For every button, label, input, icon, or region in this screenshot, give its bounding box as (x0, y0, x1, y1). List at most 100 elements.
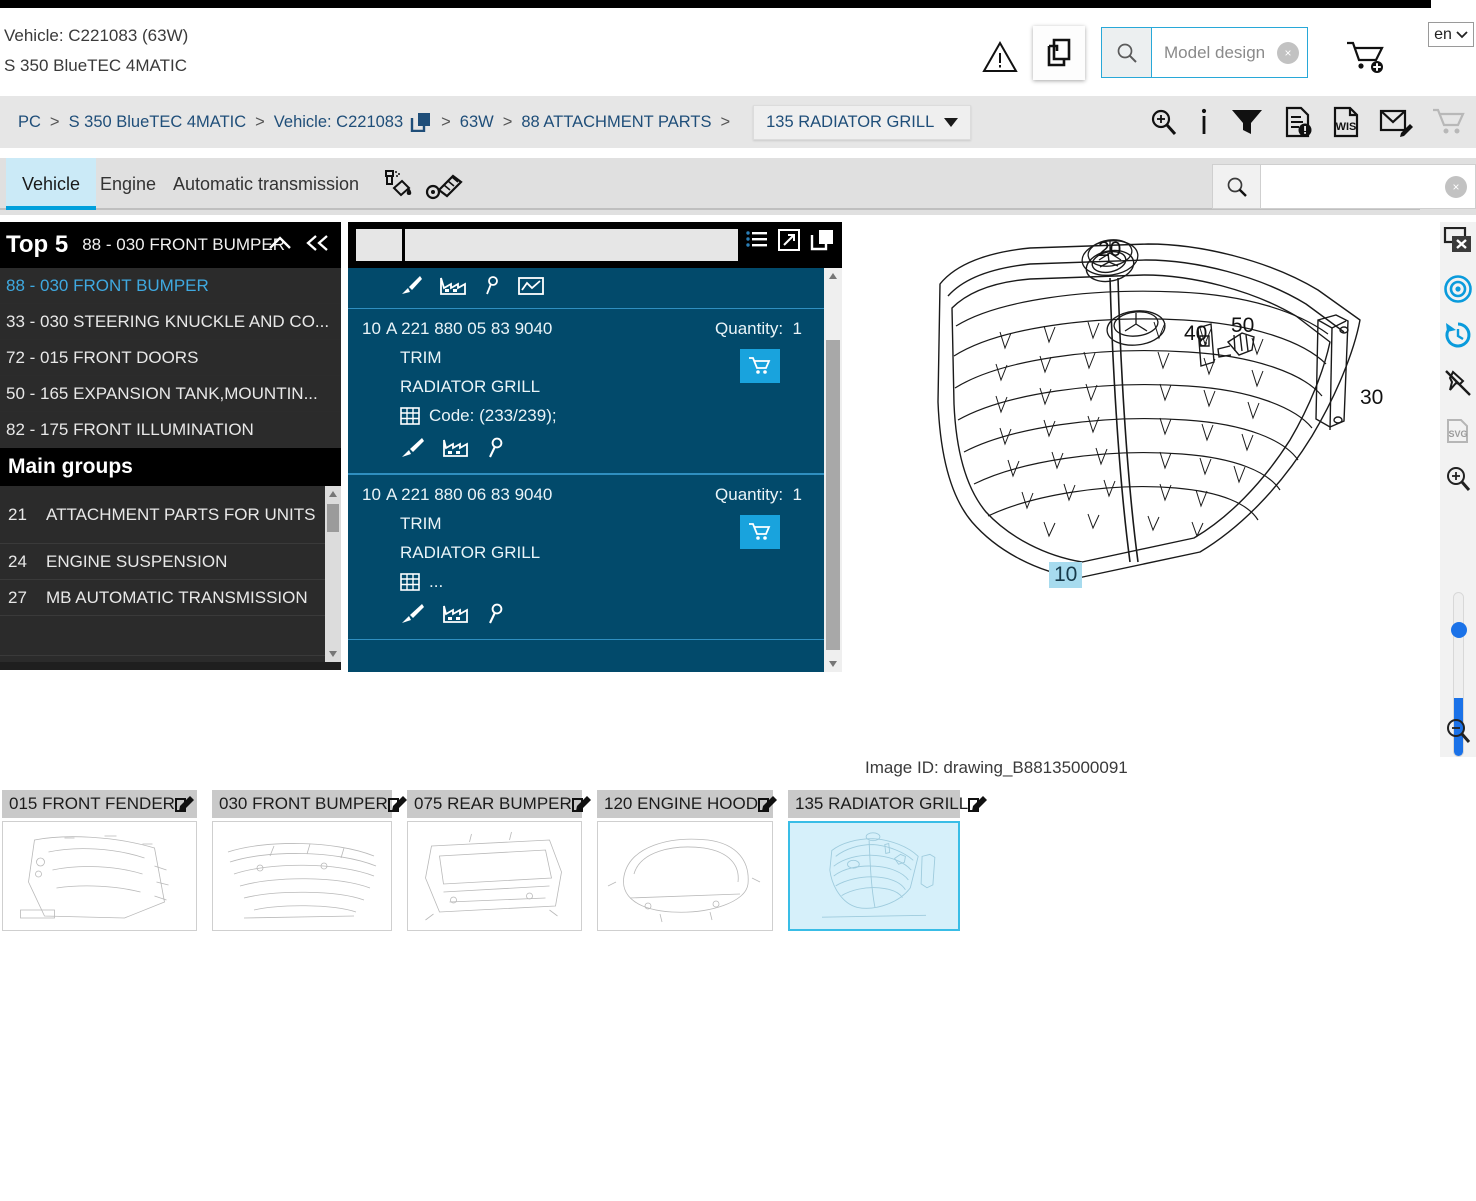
drawing-viewport[interactable]: 20 40 50 30 10 (848, 222, 1436, 742)
thumbnail-caption[interactable]: 075 REAR BUMPER (407, 790, 591, 818)
thumbnail-image[interactable] (788, 821, 960, 931)
callout-10[interactable]: 10 (1049, 562, 1083, 588)
edit-icon[interactable] (571, 795, 592, 813)
language-selector[interactable]: en (1428, 22, 1474, 47)
engine-code-icon[interactable] (425, 168, 465, 204)
breadcrumb-item-0[interactable]: PC (18, 113, 41, 132)
breadcrumb-current-dropdown[interactable]: 135 RADIATOR GRILL (753, 104, 972, 140)
thumbnail-075-rear-bumper[interactable]: 075 REAR BUMPER (407, 790, 591, 945)
warning-triangle-icon[interactable] (982, 40, 1018, 74)
main-group-row-21[interactable]: 21 ATTACHMENT PARTS FOR UNITS (0, 486, 341, 544)
scrollbar-thumb[interactable] (826, 340, 840, 650)
model-search-input[interactable]: Model design × (1152, 28, 1307, 77)
thumbnail-caption[interactable]: 030 FRONT BUMPER (212, 790, 407, 818)
edit-icon[interactable] (387, 795, 408, 813)
breadcrumb-item-3[interactable]: 63W (460, 113, 494, 132)
list-view-icon[interactable] (746, 230, 768, 250)
breadcrumb-copy-icon[interactable] (410, 112, 432, 132)
scrollbar-thumb[interactable] (327, 504, 339, 532)
edit-icon[interactable] (968, 795, 988, 813)
mail-edit-icon[interactable] (1379, 107, 1413, 137)
search-icon[interactable] (1102, 28, 1152, 77)
clear-model-search-button[interactable]: × (1277, 41, 1299, 64)
tab-automatic-transmission[interactable]: Automatic transmission (157, 158, 375, 210)
callout-30[interactable]: 30 (1360, 386, 1383, 410)
history-reset-icon[interactable] (1440, 316, 1476, 354)
edit-icon[interactable] (174, 795, 195, 813)
paint-brush-icon[interactable] (400, 603, 424, 625)
callout-50[interactable]: 50 (1231, 314, 1254, 338)
part-list-item[interactable]: 10 A 221 880 06 83 9040 Quantity: 1 TRIM… (348, 474, 842, 640)
callout-40[interactable]: 40 (1184, 322, 1207, 346)
zoom-slider-handle[interactable] (1451, 622, 1467, 638)
factory-icon[interactable] (442, 437, 469, 459)
tab-vehicle[interactable]: Vehicle (6, 158, 97, 210)
part-list-item[interactable]: 10 A 221 880 05 83 9040 Quantity: 1 TRIM… (348, 308, 842, 474)
clear-parts-search-button[interactable]: × (1445, 175, 1467, 198)
paint-code-icon[interactable] (378, 168, 418, 204)
model-designation-search[interactable]: Model design × (1101, 27, 1308, 78)
thumbnail-caption[interactable]: 015 FRONT FENDER (2, 790, 197, 818)
breadcrumb-item-4[interactable]: 88 ATTACHMENT PARTS (521, 113, 711, 132)
thumbnail-image[interactable] (597, 821, 773, 931)
copy-documents-icon[interactable] (1033, 26, 1085, 80)
breadcrumb-item-1[interactable]: S 350 BlueTEC 4MATIC (69, 113, 247, 132)
thumbnail-caption[interactable]: 135 RADIATOR GRILL (788, 790, 988, 818)
factory-icon[interactable] (440, 276, 466, 296)
parts-header-field-small[interactable] (356, 229, 402, 261)
top5-item-2[interactable]: 72 - 015 FRONT DOORS (0, 340, 341, 376)
document-alert-icon[interactable] (1283, 106, 1313, 138)
main-group-row-partial[interactable] (0, 616, 341, 656)
top5-item-4[interactable]: 82 - 175 FRONT ILLUMINATION (0, 412, 341, 448)
zoom-in-icon[interactable] (1440, 460, 1476, 498)
add-to-cart-icon[interactable] (1345, 38, 1391, 76)
add-to-cart-button[interactable] (740, 515, 780, 549)
zoom-search-icon[interactable] (1148, 107, 1178, 137)
search-icon[interactable] (1213, 165, 1261, 208)
edit-icon[interactable] (758, 795, 778, 813)
top5-item-0[interactable]: 88 - 030 FRONT BUMPER (0, 268, 341, 304)
top5-item-3[interactable]: 50 - 165 EXPANSION TANK,MOUNTIN... (0, 376, 341, 412)
breadcrumb-item-2[interactable]: Vehicle: C221083 (274, 113, 403, 132)
chevron-up-icon[interactable] (267, 232, 293, 254)
copy-icon[interactable] (810, 229, 834, 251)
thumbnail-135-radiator-grill[interactable]: 135 RADIATOR GRILL (788, 790, 988, 945)
chart-icon[interactable] (518, 276, 544, 296)
table-grid-icon[interactable] (400, 572, 420, 592)
add-to-cart-button[interactable] (740, 349, 780, 383)
key-search-icon[interactable] (484, 276, 500, 296)
scroll-down-arrow-icon[interactable] (325, 646, 341, 662)
parts-header-field-large[interactable] (405, 229, 738, 261)
thumbnail-image[interactable] (2, 821, 197, 931)
thumbnail-caption[interactable]: 120 ENGINE HOOD (597, 790, 777, 818)
parts-search-input[interactable]: × (1261, 165, 1475, 208)
scroll-down-arrow-icon[interactable] (824, 656, 842, 672)
close-window-icon[interactable] (1440, 222, 1476, 260)
parts-search-box[interactable]: × (1212, 164, 1476, 209)
cart-icon[interactable] (1432, 107, 1466, 137)
thumbnail-030-front-bumper[interactable]: 030 FRONT BUMPER (212, 790, 407, 945)
double-chevron-left-icon[interactable] (303, 232, 333, 254)
parts-scrollbar[interactable] (824, 268, 842, 672)
thumbnail-image[interactable] (212, 821, 392, 931)
svg-export-icon[interactable]: SVG (1440, 412, 1476, 450)
thumbnail-015-front-fender[interactable]: 015 FRONT FENDER (2, 790, 197, 945)
scroll-up-arrow-icon[interactable] (824, 268, 842, 284)
thumbnail-image[interactable] (407, 821, 582, 931)
key-search-icon[interactable] (487, 603, 504, 625)
callout-20[interactable]: 20 (1098, 238, 1121, 262)
target-hotspot-icon[interactable] (1440, 270, 1476, 308)
main-groups-scrollbar[interactable] (325, 486, 341, 662)
unpin-icon[interactable] (1440, 364, 1476, 402)
paint-brush-icon[interactable] (400, 276, 422, 296)
top5-item-1[interactable]: 33 - 030 STEERING KNUCKLE AND CO... (0, 304, 341, 340)
paint-brush-icon[interactable] (400, 437, 424, 459)
key-search-icon[interactable] (487, 437, 504, 459)
thumbnail-120-engine-hood[interactable]: 120 ENGINE HOOD (597, 790, 777, 945)
info-icon[interactable] (1197, 107, 1211, 137)
filter-icon[interactable] (1230, 107, 1264, 137)
main-group-row-24[interactable]: 24 ENGINE SUSPENSION (0, 544, 341, 580)
zoom-out-icon[interactable] (1440, 712, 1476, 750)
wis-document-icon[interactable]: WIS (1332, 106, 1360, 138)
scroll-up-arrow-icon[interactable] (325, 486, 341, 502)
